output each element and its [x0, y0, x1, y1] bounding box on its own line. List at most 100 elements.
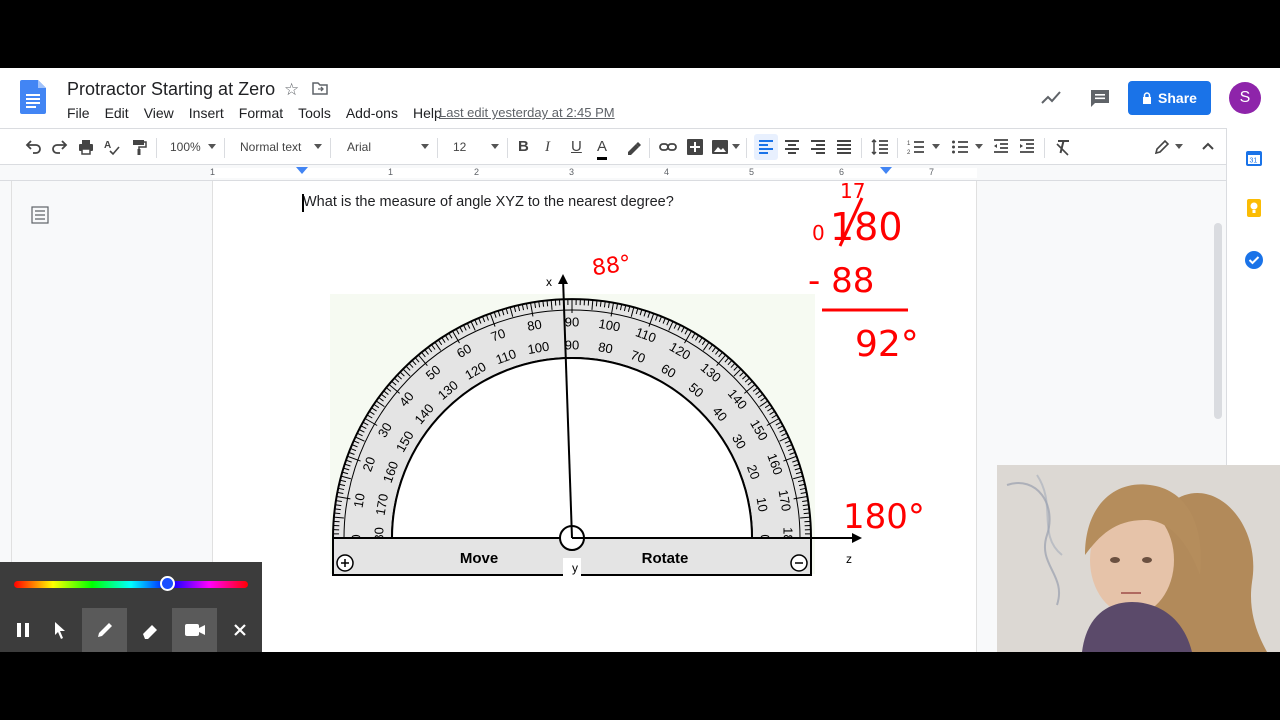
paragraph-style-select[interactable]: Normal text — [240, 138, 301, 156]
print-icon[interactable] — [77, 138, 95, 156]
bold-button[interactable]: B — [518, 138, 529, 156]
document-outline-icon[interactable] — [31, 206, 49, 224]
justify-icon[interactable] — [835, 138, 853, 156]
document-page[interactable] — [212, 181, 977, 652]
menu-tools[interactable]: Tools — [298, 105, 331, 121]
calendar-icon[interactable]: 31 — [1244, 148, 1264, 168]
toolbar-separator — [437, 138, 438, 158]
image-caret-icon[interactable] — [732, 144, 740, 149]
zoom-select[interactable]: 100% — [170, 138, 201, 156]
tasks-icon[interactable] — [1244, 250, 1264, 270]
formatting-toolbar: A 100% Normal text Arial 12 B I U A 1 2 — [0, 128, 1226, 165]
decrease-indent-icon[interactable] — [992, 138, 1010, 156]
numbered-list-caret-icon[interactable] — [932, 144, 940, 149]
zoom-caret-icon[interactable] — [208, 144, 216, 149]
line-spacing-icon[interactable] — [871, 138, 889, 156]
document-title[interactable]: Protractor Starting at Zero — [67, 79, 275, 100]
last-edit-link[interactable]: Last edit yesterday at 2:45 PM — [439, 105, 615, 120]
horizontal-ruler[interactable]: 1 1 2 3 4 5 6 7 — [0, 165, 1226, 181]
star-icon[interactable]: ☆ — [284, 80, 299, 100]
redo-icon[interactable] — [51, 138, 69, 156]
editing-mode-caret-icon[interactable] — [1175, 144, 1183, 149]
text-cursor — [302, 194, 304, 212]
editing-mode-icon[interactable] — [1153, 138, 1171, 156]
insert-link-icon[interactable] — [659, 138, 677, 156]
style-caret-icon[interactable] — [314, 144, 322, 149]
align-left-button[interactable] — [754, 134, 778, 160]
avatar[interactable]: S — [1229, 82, 1261, 114]
ruler-number: 7 — [929, 167, 935, 177]
activity-dashboard-icon[interactable] — [1040, 88, 1062, 106]
italic-button[interactable]: I — [545, 138, 550, 156]
clear-formatting-icon[interactable] — [1054, 138, 1072, 156]
align-center-icon[interactable] — [783, 138, 801, 156]
annotation-toolbar — [0, 562, 262, 652]
eraser-button[interactable] — [127, 608, 172, 652]
ruler-number: 4 — [664, 167, 670, 177]
bulleted-list-caret-icon[interactable] — [975, 144, 983, 149]
menu-bar: File Edit View Insert Format Tools Add-o… — [67, 105, 457, 121]
insert-comment-icon[interactable] — [686, 138, 704, 156]
toolbar-separator — [507, 138, 508, 158]
spellcheck-icon[interactable]: A — [103, 138, 121, 156]
move-to-folder-icon[interactable] — [312, 81, 328, 95]
eraser-icon — [142, 625, 157, 639]
font-size-select[interactable]: 12 — [453, 138, 466, 156]
keep-icon[interactable] — [1244, 198, 1264, 218]
align-right-icon[interactable] — [809, 138, 827, 156]
ruler-page-area — [212, 168, 977, 178]
svg-text:31: 31 — [1250, 158, 1258, 165]
menu-view[interactable]: View — [144, 105, 174, 121]
share-button[interactable]: Share — [1128, 81, 1211, 115]
pointer-button[interactable] — [37, 608, 82, 652]
cursor-arrow-icon — [54, 622, 65, 639]
header: Protractor Starting at Zero ☆ File Edit … — [0, 68, 1280, 128]
numbered-list-icon[interactable]: 12 — [907, 138, 925, 156]
left-indent-marker-icon[interactable] — [296, 167, 308, 177]
comment-history-icon[interactable] — [1089, 88, 1111, 108]
camera-button[interactable] — [172, 608, 217, 652]
paint-format-icon[interactable] — [130, 138, 148, 156]
menu-file[interactable]: File — [67, 105, 90, 121]
increase-indent-icon[interactable] — [1018, 138, 1036, 156]
font-size-caret-icon[interactable] — [491, 144, 499, 149]
scrollbar[interactable] — [1214, 223, 1222, 419]
svg-text:1: 1 — [907, 141, 911, 147]
toolbar-separator — [861, 138, 862, 158]
font-select[interactable]: Arial — [347, 138, 371, 156]
highlight-color-icon[interactable] — [624, 138, 642, 156]
docs-logo-icon[interactable] — [20, 80, 46, 114]
svg-text:2: 2 — [907, 150, 911, 156]
menu-addons[interactable]: Add-ons — [346, 105, 398, 121]
question-text[interactable]: What is the measure of angle XYZ to the … — [303, 194, 674, 210]
collapse-toolbar-icon[interactable] — [1200, 138, 1216, 156]
underline-button[interactable]: U — [571, 138, 582, 156]
svg-text:A: A — [104, 140, 111, 151]
ruler-number: 3 — [569, 167, 575, 177]
align-left-icon — [759, 140, 773, 154]
webcam-feed — [997, 465, 1280, 652]
text-color-button[interactable]: A — [597, 138, 608, 160]
toolbar-separator — [330, 138, 331, 158]
menu-insert[interactable]: Insert — [189, 105, 224, 121]
lock-icon — [1143, 92, 1152, 104]
font-caret-icon[interactable] — [421, 144, 429, 149]
bulleted-list-icon[interactable] — [951, 138, 969, 156]
undo-icon[interactable] — [24, 138, 42, 156]
toolbar-separator — [224, 138, 225, 158]
color-slider[interactable] — [14, 581, 248, 588]
insert-image-icon[interactable] — [711, 138, 729, 156]
pen-icon — [97, 623, 112, 637]
close-button[interactable] — [217, 608, 262, 652]
toolbar-separator — [746, 138, 747, 158]
menu-edit[interactable]: Edit — [105, 105, 129, 121]
pause-icon — [16, 623, 29, 637]
pen-button[interactable] — [82, 608, 127, 652]
right-indent-marker-icon[interactable] — [880, 167, 892, 177]
color-slider-knob[interactable] — [160, 576, 175, 591]
toolbar-separator — [156, 138, 157, 158]
video-camera-icon — [184, 624, 205, 636]
menu-help[interactable]: Help — [413, 105, 442, 121]
menu-format[interactable]: Format — [239, 105, 283, 121]
ruler-number: 6 — [839, 167, 845, 177]
